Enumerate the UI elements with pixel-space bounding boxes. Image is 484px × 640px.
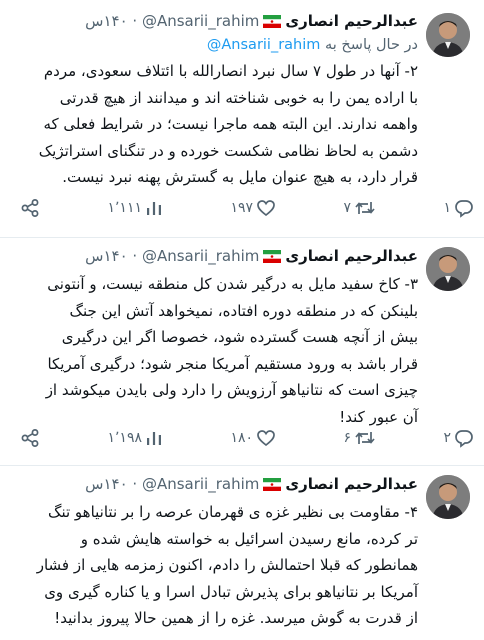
- tweet-header: عبدالرحیم انصاری @Ansarii_rahim · ۱۴۰س: [8, 473, 418, 497]
- replying-mention[interactable]: @Ansarii_rahim: [207, 37, 321, 53]
- tweet-time[interactable]: ۱۴۰س: [85, 247, 127, 265]
- reply-button[interactable]: ۲: [443, 428, 474, 448]
- separator-dot: ·: [127, 12, 142, 30]
- like-button[interactable]: ۱۹۷: [230, 198, 276, 218]
- views-button[interactable]: ۱٬۱۹۸: [107, 429, 163, 447]
- share-icon: [21, 199, 39, 217]
- share-button[interactable]: [20, 428, 40, 448]
- like-button[interactable]: ۱۸۰: [230, 428, 276, 448]
- reply-button[interactable]: ۱: [443, 198, 474, 218]
- tweet-text: ۳- کاخ سفید مایل به درگیر شدن کل منطقه ن…: [8, 271, 418, 430]
- avatar[interactable]: [426, 475, 470, 519]
- tweet-text: ۲- آنها در طول ۷ سال نبرد انصارالله با ا…: [8, 58, 418, 191]
- author-handle[interactable]: @Ansarii_rahim: [142, 247, 259, 265]
- reply-icon: [455, 430, 473, 448]
- separator-dot: ·: [127, 475, 142, 493]
- tweet[interactable]: عبدالرحیم انصاری @Ansarii_rahim · ۱۴۰س ۴-…: [0, 466, 484, 640]
- iran-flag-icon: [263, 475, 282, 497]
- retweets-count: ۶: [343, 430, 351, 446]
- tweet-time[interactable]: ۱۴۰س: [85, 475, 127, 493]
- share-button[interactable]: [20, 198, 40, 218]
- tweet[interactable]: عبدالرحیم انصاری @Ansarii_rahim · ۱۴۰س ۳-…: [0, 238, 484, 466]
- separator-dot: ·: [127, 247, 142, 265]
- tweet-line: ۴- مقاومت بی نظیر غزه ی قهرمان عرصه را ب…: [48, 503, 418, 521]
- tweet-actions: ۱٬۱۱۱ ۱۹۷ ۷ ۱: [20, 198, 474, 218]
- tweet-line: تر کرده، مانع رسیدن اسرائیل به خواسته ها…: [80, 529, 418, 548]
- tweet-line: آن عبور کند!: [339, 407, 418, 426]
- iran-flag-icon: [263, 12, 282, 34]
- author-handle[interactable]: @Ansarii_rahim: [142, 475, 259, 493]
- likes-count: ۱۹۷: [230, 200, 253, 216]
- retweets-count: ۷: [343, 200, 351, 216]
- tweet-line: ۳- کاخ سفید مایل به درگیر شدن کل منطقه ن…: [47, 275, 418, 293]
- author-name[interactable]: عبدالرحیم انصاری: [285, 475, 418, 493]
- reply-icon: [455, 200, 473, 218]
- tweet-header: عبدالرحیم انصاری @Ansarii_rahim · ۱۴۰س: [8, 245, 418, 269]
- tweet[interactable]: عبدالرحیم انصاری @Ansarii_rahim · ۱۴۰س در…: [0, 0, 484, 238]
- heart-icon: [257, 200, 275, 217]
- tweet-line: آمریکا بر نتانیاهو برای پذیرش تبادل اسرا…: [44, 582, 418, 601]
- iran-flag-icon: [263, 247, 282, 269]
- replies-count: ۲: [443, 430, 451, 446]
- views-button[interactable]: ۱٬۱۱۱: [107, 199, 163, 217]
- replying-prefix: در حال پاسخ به: [325, 37, 418, 53]
- tweet-line: بیش از آنچه هست گسترده شود، خصوصا اگر ای…: [61, 328, 418, 346]
- tweet-line: واهمه ندارند. این البته همه ماجرا نیست؛ …: [43, 115, 418, 133]
- views-icon: [146, 202, 161, 215]
- avatar[interactable]: [426, 13, 470, 57]
- likes-count: ۱۸۰: [230, 430, 253, 446]
- tweet-line: دشمن به لحاظ نظامی شکست خورده و در تنگنا…: [38, 141, 418, 160]
- views-icon: [146, 432, 161, 445]
- tweet-line: ۲- آنها در طول ۷ سال نبرد انصارالله با ا…: [43, 62, 418, 80]
- replies-count: ۱: [443, 200, 451, 216]
- tweet-line: همانطور که قبلا احتمالش را دادم، اکنون ز…: [36, 556, 418, 574]
- replying-to: در حال پاسخ به @Ansarii_rahim: [8, 34, 418, 56]
- retweet-icon: [355, 202, 375, 214]
- tweet-line: چیزی است که نتانیاهو آرزویش را دارد ولی …: [45, 381, 418, 399]
- tweet-time[interactable]: ۱۴۰س: [85, 12, 127, 30]
- tweet-line: قرار باشد به ورود مستقیم آمریکا منجر شود…: [47, 354, 418, 373]
- views-count: ۱٬۱۱۱: [107, 200, 142, 216]
- retweet-button[interactable]: ۷: [343, 198, 376, 218]
- author-name[interactable]: عبدالرحیم انصاری: [285, 247, 418, 265]
- tweet-line: از قدرت به گوش میرسد. غزه را از همین حال…: [54, 609, 418, 627]
- tweet-header: عبدالرحیم انصاری @Ansarii_rahim · ۱۴۰س: [8, 10, 418, 34]
- tweet-line: قرار دارد، به هیچ عنوان مایل به گسترش په…: [62, 168, 418, 186]
- heart-icon: [257, 430, 275, 447]
- views-count: ۱٬۱۹۸: [107, 430, 142, 446]
- avatar[interactable]: [426, 247, 470, 291]
- tweet-line: بلینکن که در منطقه دوره افتاده، نمیخواهد…: [69, 301, 418, 320]
- retweet-button[interactable]: ۶: [343, 428, 376, 448]
- tweet-line: با اراده یمن را به خوبی شناخته اند و مید…: [59, 88, 418, 107]
- retweet-icon: [355, 432, 375, 444]
- share-icon: [21, 429, 39, 447]
- tweet-text: ۴- مقاومت بی نظیر غزه ی قهرمان عرصه را ب…: [8, 499, 418, 632]
- tweet-actions: ۱٬۱۹۸ ۱۸۰ ۶ ۲: [20, 428, 474, 448]
- author-handle[interactable]: @Ansarii_rahim: [142, 12, 259, 30]
- author-name[interactable]: عبدالرحیم انصاری: [285, 12, 418, 30]
